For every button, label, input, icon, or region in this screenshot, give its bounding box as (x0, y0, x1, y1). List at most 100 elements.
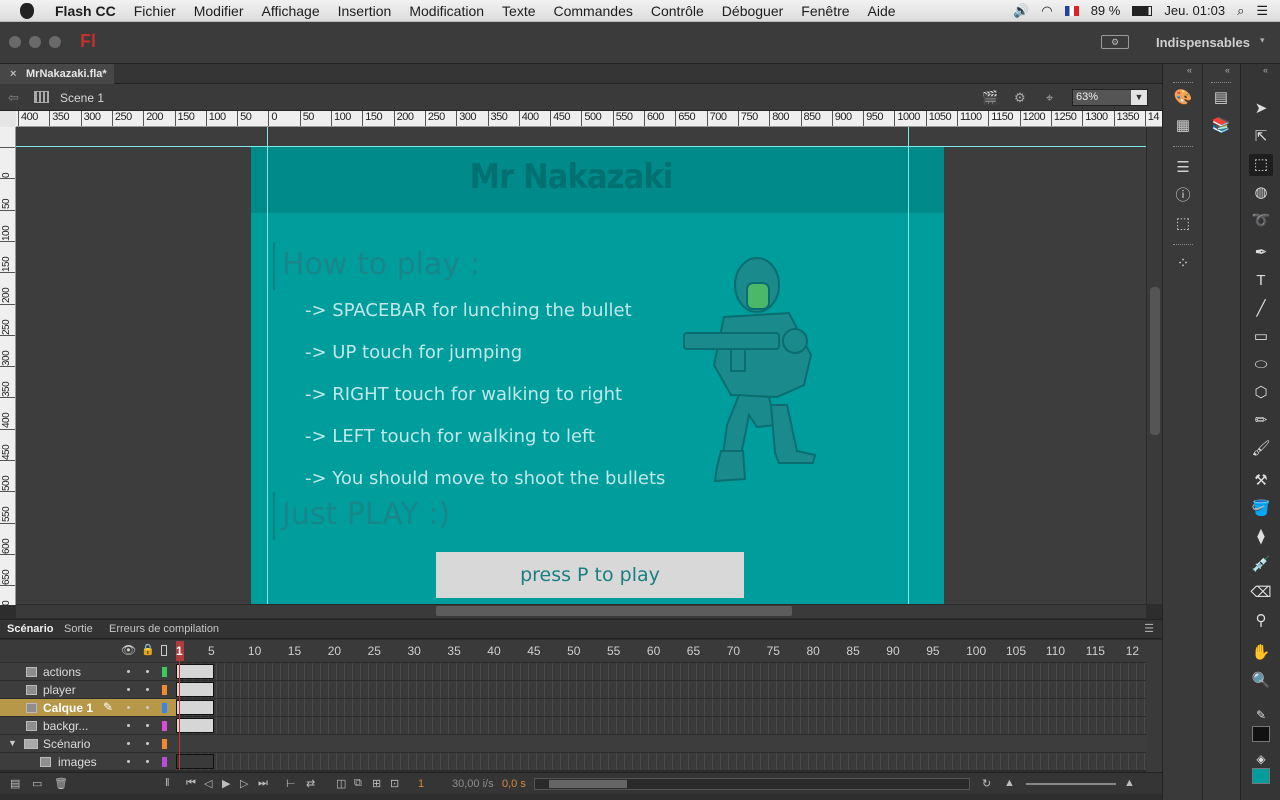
scene-breadcrumb[interactable]: Scene 1 (60, 91, 104, 105)
just-play-heading[interactable]: Just PLAY :) (282, 497, 450, 532)
collapse-panel-icon[interactable]: « (1225, 65, 1230, 75)
fill-color-icon[interactable]: ◈ (1249, 748, 1273, 770)
layer-name[interactable]: player (43, 683, 76, 697)
color-panel-icon[interactable]: 🎨 (1173, 88, 1193, 108)
elapsed-time[interactable]: 0,0 s (502, 778, 526, 790)
panel-grip[interactable] (1211, 82, 1231, 85)
modify-markers-icon[interactable]: ⊡ (390, 777, 399, 790)
minimize-window-button[interactable] (29, 36, 41, 48)
pasteboard[interactable]: Mr Nakazaki How to play : -> SPACEBAR fo… (16, 127, 1146, 604)
align-panel-icon[interactable]: ☰ (1173, 158, 1193, 178)
keyframe-span[interactable] (176, 664, 214, 679)
back-arrow-icon[interactable]: ⇦ (8, 90, 19, 106)
soldier-character-image[interactable] (679, 255, 829, 487)
instruction-right[interactable]: -> RIGHT touch for walking to right (305, 384, 622, 405)
flag-icon[interactable] (1064, 5, 1079, 16)
horizontal-ruler[interactable]: 400 350 300 250 200 150 100 50 0 50 100 150 200 250 30… (16, 111, 1162, 127)
eyedropper-tool-icon[interactable]: 💉 (1249, 554, 1273, 576)
fill-color-swatch[interactable] (1252, 768, 1270, 784)
3d-rotation-tool-icon[interactable]: ◍ (1249, 182, 1273, 204)
apple-icon[interactable] (20, 2, 34, 19)
panel-grip[interactable] (1173, 82, 1193, 85)
loop-icon[interactable]: ⇄ (306, 777, 315, 790)
timeline-vertical-scrollbar[interactable] (1146, 662, 1162, 772)
layer-color-swatch[interactable] (162, 757, 167, 767)
current-frame[interactable]: 1 (418, 778, 424, 790)
menu-controle[interactable]: Contrôle (642, 0, 713, 22)
oval-tool-icon[interactable]: ⬭ (1249, 354, 1273, 376)
chevron-down-icon[interactable]: ▾ (1260, 35, 1265, 46)
pencil-tool-icon[interactable]: ✏ (1249, 410, 1273, 432)
selection-tool-icon[interactable]: ➤ (1249, 98, 1273, 120)
center-frame-icon[interactable]: ⊢ (286, 777, 296, 790)
onion-skin-icon[interactable]: ◫ (336, 777, 346, 790)
pen-tool-icon[interactable]: ✒ (1249, 242, 1273, 264)
visibility-toggle[interactable] (127, 670, 130, 673)
menu-modifier[interactable]: Modifier (185, 0, 253, 22)
battery-icon[interactable] (1132, 5, 1153, 16)
frame-cells[interactable] (176, 717, 1146, 734)
layer-color-swatch[interactable] (162, 739, 167, 749)
play-icon[interactable]: ▶ (222, 777, 230, 790)
lock-icon[interactable]: 🔒 (141, 643, 155, 656)
instruction-left[interactable]: -> LEFT touch for walking to left (305, 426, 595, 447)
sync-settings-icon[interactable]: ⚙ (1101, 35, 1129, 49)
visibility-toggle[interactable] (127, 688, 130, 691)
motion-presets-icon[interactable]: ⁘ (1173, 254, 1193, 274)
brush-tool-icon[interactable]: 🖌 (1249, 438, 1273, 460)
keyframe-span[interactable] (176, 700, 214, 715)
tab-erreurs[interactable]: Erreurs de compilation (109, 623, 219, 635)
transform-panel-icon[interactable]: ⬚ (1173, 214, 1193, 234)
prev-frame-icon[interactable]: ◁ (204, 777, 212, 790)
guide-line-horizontal[interactable] (16, 146, 1146, 147)
edit-scene-icon[interactable]: 🎬 (982, 90, 998, 106)
lock-toggle[interactable] (146, 760, 149, 763)
scroll-thumb[interactable] (1150, 287, 1160, 435)
instruction-up[interactable]: -> UP touch for jumping (305, 342, 522, 363)
lock-toggle[interactable] (146, 688, 149, 691)
frame-cells[interactable] (176, 681, 1146, 698)
frame-cells[interactable] (176, 699, 1146, 716)
lock-toggle[interactable] (146, 724, 149, 727)
guide-line-right[interactable] (908, 127, 909, 604)
menu-commandes[interactable]: Commandes (545, 0, 642, 22)
layer-row[interactable]: backgr... (0, 717, 1146, 735)
keyframe-span[interactable] (176, 718, 214, 733)
keyframe-span[interactable] (176, 754, 214, 769)
vertical-ruler[interactable]: 0 50 100 150 200 250 300 350 400 450 500 550 600 650 7… (0, 127, 16, 605)
document-tab[interactable]: × MrNakazaki.fla* (0, 64, 114, 84)
visibility-toggle[interactable] (127, 760, 130, 763)
disclosure-triangle-icon[interactable]: ▼ (8, 738, 17, 748)
center-stage-icon[interactable]: ⌖ (1046, 90, 1053, 106)
frame-cells[interactable] (176, 663, 1146, 680)
first-frame-icon[interactable]: ⏮ (186, 777, 196, 790)
properties-panel-icon[interactable]: ▤ (1211, 88, 1231, 108)
paint-bucket-tool-icon[interactable]: 🪣 (1249, 498, 1273, 520)
frame-cells[interactable] (176, 753, 1146, 770)
lock-toggle[interactable] (146, 742, 149, 745)
layer-row[interactable]: Calque 1 ✎ (0, 699, 1146, 717)
zoom-tool-icon[interactable]: 🔍 (1249, 670, 1273, 692)
width-tool-icon[interactable]: ⚲ (1249, 610, 1273, 632)
layer-row[interactable]: images (0, 753, 1146, 771)
lock-toggle[interactable] (146, 706, 149, 709)
panel-grip[interactable] (1173, 146, 1193, 149)
press-p-to-play-button[interactable]: press P to play (436, 552, 744, 598)
stroke-color-swatch[interactable] (1252, 726, 1270, 742)
text-tool-icon[interactable]: T (1249, 270, 1273, 292)
zoom-in-icon[interactable]: ▲ (1124, 777, 1135, 789)
stage-horizontal-scrollbar[interactable] (16, 604, 1146, 618)
chevron-down-icon[interactable]: ▼ (1131, 90, 1147, 105)
rectangle-tool-icon[interactable]: ▭ (1249, 326, 1273, 348)
stage-vertical-scrollbar[interactable] (1146, 127, 1162, 604)
library-panel-icon[interactable]: 📚 (1211, 116, 1231, 136)
zoom-window-button[interactable] (49, 36, 61, 48)
visibility-toggle[interactable] (127, 706, 130, 709)
stage[interactable]: Mr Nakazaki How to play : -> SPACEBAR fo… (251, 147, 944, 604)
zoom-select[interactable]: 63% ▼ (1072, 89, 1148, 106)
layer-color-swatch[interactable] (162, 685, 167, 695)
lock-toggle[interactable] (146, 670, 149, 673)
how-to-play-heading[interactable]: How to play : (282, 247, 480, 282)
close-window-button[interactable] (9, 36, 21, 48)
next-frame-icon[interactable]: ▷ (240, 777, 248, 790)
